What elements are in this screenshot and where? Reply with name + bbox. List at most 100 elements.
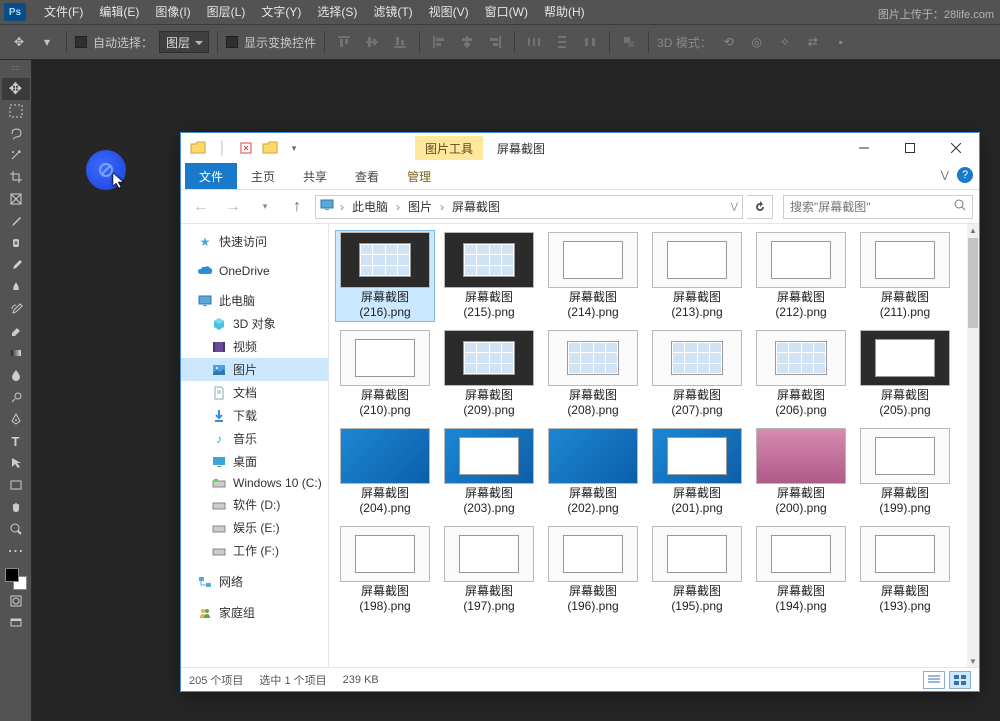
nav-desktop[interactable]: 桌面 xyxy=(181,450,328,473)
file-item[interactable]: 屏幕截图 (209).png xyxy=(439,328,539,420)
auto-align-icon[interactable] xyxy=(618,31,640,53)
nav-quick-access[interactable]: ★快速访问 xyxy=(181,230,328,253)
align-bottom-icon[interactable] xyxy=(389,31,411,53)
move-tool-icon[interactable]: ✥ xyxy=(8,31,30,53)
file-item[interactable]: 屏幕截图 (210).png xyxy=(335,328,435,420)
ribbon-share-tab[interactable]: 共享 xyxy=(289,163,341,189)
explorer-titlebar[interactable]: | ▾ 图片工具 屏幕截图 xyxy=(181,133,979,163)
menu-item[interactable]: 视图(V) xyxy=(421,0,477,24)
align-vcenter-icon[interactable] xyxy=(361,31,383,53)
nav-c-drive[interactable]: Windows 10 (C:) xyxy=(181,473,328,493)
up-button[interactable]: ↑ xyxy=(283,195,311,219)
ribbon-manage-tab[interactable]: 管理 xyxy=(393,163,445,189)
chevron-right-icon[interactable]: › xyxy=(392,200,404,214)
minimize-button[interactable] xyxy=(841,133,887,163)
menu-item[interactable]: 选择(S) xyxy=(309,0,365,24)
auto-select-dropdown[interactable]: 图层 xyxy=(159,31,209,53)
gradient-tool[interactable] xyxy=(2,342,30,364)
refresh-button[interactable] xyxy=(747,195,773,219)
file-item[interactable]: 屏幕截图 (216).png xyxy=(335,230,435,322)
pen-tool[interactable] xyxy=(2,408,30,430)
search-input[interactable] xyxy=(790,200,954,214)
color-swatches[interactable] xyxy=(5,568,27,590)
file-item[interactable]: 屏幕截图 (204).png xyxy=(335,426,435,518)
toolbar-grip-icon[interactable] xyxy=(6,66,26,72)
file-item[interactable]: 屏幕截图 (198).png xyxy=(335,524,435,616)
nav-pictures[interactable]: 图片 xyxy=(181,358,328,381)
healing-brush-tool[interactable] xyxy=(2,232,30,254)
folder-icon[interactable] xyxy=(187,137,209,159)
file-item[interactable]: 屏幕截图 (211).png xyxy=(855,230,955,322)
3d-roll-icon[interactable]: ◎ xyxy=(746,31,768,53)
align-top-icon[interactable] xyxy=(333,31,355,53)
distribute-h-icon[interactable] xyxy=(523,31,545,53)
nav-videos[interactable]: 视频 xyxy=(181,335,328,358)
show-transform-checkbox[interactable] xyxy=(226,36,238,48)
3d-orbit-icon[interactable]: ⟲ xyxy=(718,31,740,53)
nav-downloads[interactable]: 下载 xyxy=(181,404,328,427)
hand-tool[interactable] xyxy=(2,496,30,518)
menu-item[interactable]: 帮助(H) xyxy=(536,0,593,24)
thumbnails-view-button[interactable] xyxy=(949,671,971,689)
vertical-scrollbar[interactable]: ▲ ▼ xyxy=(967,224,979,667)
crumb-screenshots[interactable]: 屏幕截图 xyxy=(450,198,502,215)
distribute-v-icon[interactable] xyxy=(551,31,573,53)
help-icon[interactable]: ? xyxy=(957,167,973,183)
align-right-icon[interactable] xyxy=(484,31,506,53)
file-item[interactable]: 屏幕截图 (201).png xyxy=(647,426,747,518)
file-item[interactable]: 屏幕截图 (195).png xyxy=(647,524,747,616)
align-hcenter-icon[interactable] xyxy=(456,31,478,53)
distribute-spacing-h-icon[interactable] xyxy=(579,31,601,53)
zoom-tool[interactable] xyxy=(2,518,30,540)
file-item[interactable]: 屏幕截图 (206).png xyxy=(751,328,851,420)
eyedropper-tool[interactable] xyxy=(2,210,30,232)
ribbon-home-tab[interactable]: 主页 xyxy=(237,163,289,189)
path-selection-tool[interactable] xyxy=(2,452,30,474)
file-item[interactable]: 屏幕截图 (212).png xyxy=(751,230,851,322)
details-view-button[interactable] xyxy=(923,671,945,689)
file-item[interactable]: 屏幕截图 (199).png xyxy=(855,426,955,518)
dodge-tool[interactable] xyxy=(2,386,30,408)
auto-select-checkbox[interactable] xyxy=(75,36,87,48)
crumb-this-pc[interactable]: 此电脑 xyxy=(350,198,390,215)
move-tool[interactable]: ✥ xyxy=(2,78,30,100)
3d-pan-icon[interactable]: ✧ xyxy=(774,31,796,53)
search-box[interactable] xyxy=(783,195,973,219)
scroll-down-icon[interactable]: ▼ xyxy=(967,655,979,667)
menu-item[interactable]: 窗口(W) xyxy=(477,0,536,24)
qat-dropdown-icon[interactable]: ▾ xyxy=(283,137,305,159)
file-item[interactable]: 屏幕截图 (213).png xyxy=(647,230,747,322)
file-item[interactable]: 屏幕截图 (205).png xyxy=(855,328,955,420)
frame-tool[interactable] xyxy=(2,188,30,210)
close-button[interactable] xyxy=(933,133,979,163)
maximize-button[interactable] xyxy=(887,133,933,163)
ribbon-view-tab[interactable]: 查看 xyxy=(341,163,393,189)
crumb-pictures[interactable]: 图片 xyxy=(406,198,434,215)
menu-item[interactable]: 文件(F) xyxy=(36,0,91,24)
3d-zoom-icon[interactable]: ▪ xyxy=(830,31,852,53)
address-dropdown-icon[interactable]: ⋁ xyxy=(731,201,738,212)
new-folder-icon[interactable] xyxy=(259,137,281,159)
ribbon-file-tab[interactable]: 文件 xyxy=(185,163,237,189)
file-item[interactable]: 屏幕截图 (215).png xyxy=(439,230,539,322)
blur-tool[interactable] xyxy=(2,364,30,386)
file-item[interactable]: 屏幕截图 (200).png xyxy=(751,426,851,518)
screen-mode-icon[interactable] xyxy=(2,612,30,634)
back-button[interactable]: ← xyxy=(187,195,215,219)
marquee-tool[interactable] xyxy=(2,100,30,122)
clone-stamp-tool[interactable] xyxy=(2,276,30,298)
scrollbar-thumb[interactable] xyxy=(968,238,978,328)
menu-item[interactable]: 编辑(E) xyxy=(91,0,147,24)
nav-f-drive[interactable]: 工作 (F:) xyxy=(181,539,328,562)
nav-e-drive[interactable]: 娱乐 (E:) xyxy=(181,516,328,539)
3d-slide-icon[interactable]: ⇄ xyxy=(802,31,824,53)
picture-tools-tab[interactable]: 图片工具 xyxy=(415,136,483,160)
address-bar[interactable]: › 此电脑 › 图片 › 屏幕截图 ⋁ xyxy=(315,195,743,219)
file-item[interactable]: 屏幕截图 (203).png xyxy=(439,426,539,518)
search-icon[interactable] xyxy=(954,198,966,216)
nav-this-pc[interactable]: 此电脑 xyxy=(181,289,328,312)
magic-wand-tool[interactable] xyxy=(2,144,30,166)
chevron-right-icon[interactable]: › xyxy=(436,200,448,214)
crop-tool[interactable] xyxy=(2,166,30,188)
menu-item[interactable]: 文字(Y) xyxy=(253,0,309,24)
